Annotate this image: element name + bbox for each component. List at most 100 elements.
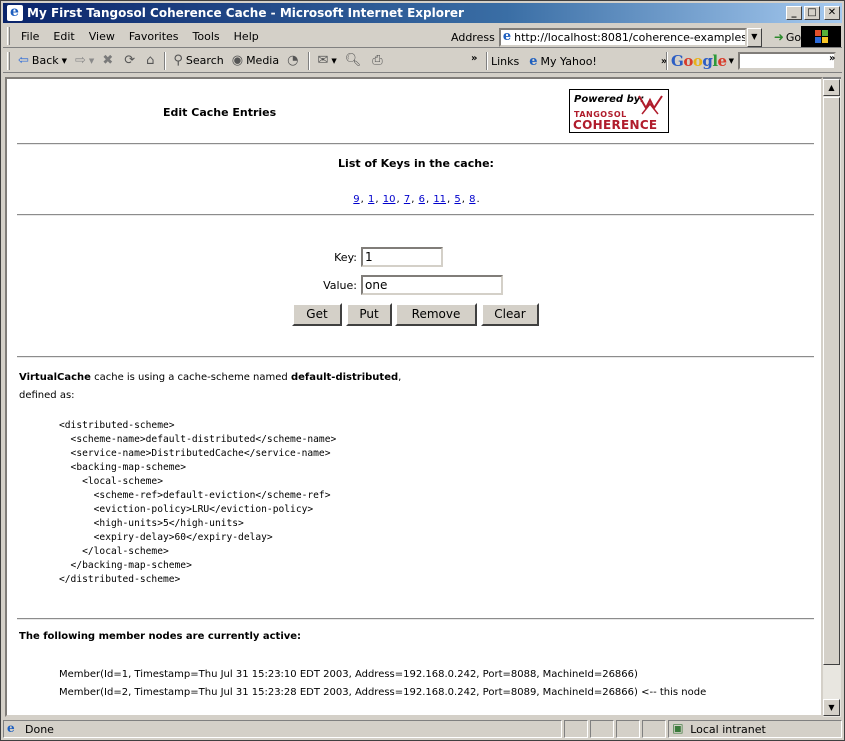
address-label: Address <box>451 30 495 44</box>
value-label: Value: <box>323 278 357 292</box>
zone-text: Local intranet <box>690 722 766 736</box>
toolbar-separator <box>308 51 311 70</box>
google-overflow-icon[interactable]: » <box>829 53 835 64</box>
scroll-down-button[interactable]: ▼ <box>823 699 840 716</box>
media-label: Media <box>246 54 280 67</box>
back-label: Back <box>31 54 59 67</box>
clear-button[interactable]: Clear <box>481 303 539 326</box>
print-button[interactable]: ⎙ <box>368 51 389 71</box>
google-logo[interactable]: Google <box>671 52 727 70</box>
put-button[interactable]: Put <box>346 303 392 326</box>
key-link[interactable]: 6 <box>419 194 425 205</box>
menu-view[interactable]: View <box>82 28 122 45</box>
key-link[interactable]: 9 <box>353 194 359 205</box>
home-button[interactable]: ⌂ <box>142 51 161 71</box>
status-pane-empty <box>590 720 615 738</box>
intranet-icon: ▣ <box>672 721 684 735</box>
members-heading: The following member nodes are currently… <box>19 631 302 642</box>
forward-button[interactable]: ⇨ ▼ <box>71 51 98 71</box>
go-label: Go <box>785 30 802 44</box>
address-dropdown-button[interactable]: ▼ <box>746 27 762 47</box>
mail-dropdown-icon: ▼ <box>331 56 337 65</box>
stop-button[interactable]: ✖ <box>98 51 120 71</box>
divider <box>17 143 814 145</box>
mail-button[interactable]: ✉ ▼ <box>313 51 340 71</box>
key-link[interactable]: 5 <box>454 194 460 205</box>
defined-as-label: defined as: <box>19 390 75 401</box>
value-input[interactable]: one <box>361 275 503 295</box>
home-icon: ⌂ <box>146 53 155 68</box>
member-line: Member(Id=2, Timestamp=Thu Jul 31 15:23:… <box>59 687 707 698</box>
menu-favorites[interactable]: Favorites <box>122 28 186 45</box>
page-icon: e <box>529 53 538 69</box>
toolbar-grip[interactable] <box>7 51 10 70</box>
logo-coherence: COHERENCE <box>573 118 658 132</box>
scheme-xml: <distributed-scheme> <scheme-name>defaul… <box>59 420 337 585</box>
go-arrow-icon: ➜ <box>773 30 784 44</box>
key-input[interactable]: 1 <box>361 247 443 267</box>
status-pane: e Done <box>3 720 563 738</box>
key-link[interactable]: 7 <box>404 194 410 205</box>
toolbar-grip[interactable] <box>7 27 10 45</box>
window-title: My First Tangosol Coherence Cache - Micr… <box>27 6 464 20</box>
get-button[interactable]: Get <box>292 303 342 326</box>
vertical-scrollbar[interactable]: ▲ ▼ <box>823 77 841 717</box>
remove-button[interactable]: Remove <box>395 303 477 326</box>
links-label: Links <box>491 54 520 68</box>
keys-heading: List of Keys in the cache: <box>338 157 494 170</box>
key-link[interactable]: 8 <box>469 194 475 205</box>
menu-bar: File Edit View Favorites Tools Help Addr… <box>3 25 842 48</box>
logo-mark-icon <box>638 95 663 115</box>
toolbar-overflow-icon[interactable]: » <box>471 53 477 64</box>
key-link[interactable]: 11 <box>433 194 446 205</box>
menu-edit[interactable]: Edit <box>46 28 81 45</box>
browser-window: My First Tangosol Coherence Cache - Micr… <box>0 0 845 741</box>
close-button[interactable]: ✕ <box>824 6 840 20</box>
minimize-button[interactable]: _ <box>786 6 802 20</box>
menu-tools[interactable]: Tools <box>186 28 227 45</box>
refresh-icon: ⟳ <box>124 53 136 68</box>
key-link[interactable]: 1 <box>368 194 374 205</box>
media-button[interactable]: ◉ Media <box>228 51 283 71</box>
back-dropdown-icon: ▼ <box>61 56 68 65</box>
page-content: Edit Cache Entries Powered by: TANGOSOL … <box>7 79 821 715</box>
title-bar[interactable]: My First Tangosol Coherence Cache - Micr… <box>3 3 842 23</box>
back-arrow-icon: ⇦ <box>18 53 29 68</box>
zone-pane: ▣ Local intranet <box>668 720 842 738</box>
media-icon: ◉ <box>231 53 244 68</box>
cache-name: VirtualCache <box>19 372 91 383</box>
google-search-input[interactable] <box>737 52 836 70</box>
maximize-button[interactable]: □ <box>804 6 820 20</box>
status-bar: e Done ▣ Local intranet <box>3 719 842 739</box>
page-icon: e <box>502 28 512 44</box>
toolbar-separator <box>666 52 668 70</box>
history-button[interactable]: ◔ <box>283 51 305 71</box>
go-button[interactable]: ➜ Go <box>774 30 801 44</box>
scroll-thumb[interactable] <box>823 97 840 665</box>
member-line: Member(Id=1, Timestamp=Thu Jul 31 15:23:… <box>59 669 638 680</box>
refresh-button[interactable]: ⟳ <box>120 51 142 71</box>
address-url: http://localhost:8081/coherence-examples… <box>514 30 747 44</box>
key-row: Key: 1 <box>313 247 443 267</box>
key-link[interactable]: 10 <box>383 194 396 205</box>
back-button[interactable]: ⇦ Back ▼ <box>14 51 71 71</box>
standard-toolbar: ⇦ Back ▼ ⇨ ▼ ✖ ⟳ ⌂ ⚲ Search ◉ Media ◔ ✉ … <box>3 49 842 73</box>
status-pane-empty <box>564 720 589 738</box>
google-toolbar: Google ▼ <box>663 51 836 71</box>
keys-list: 9, 1, 10, 7, 6, 11, 5, 8. <box>353 194 480 205</box>
address-input[interactable]: e http://localhost:8081/coherence-exampl… <box>498 27 747 47</box>
menu-file[interactable]: File <box>14 28 46 45</box>
scheme-name: default-distributed <box>290 372 399 383</box>
google-dropdown-icon[interactable]: ▼ <box>729 57 734 65</box>
print-preview-button[interactable]: 🔍︎ <box>341 51 369 71</box>
my-yahoo-link[interactable]: e My Yahoo! <box>525 51 601 71</box>
menu-help[interactable]: Help <box>227 28 266 45</box>
status-text: Done <box>25 722 54 736</box>
divider <box>17 214 814 216</box>
my-yahoo-label: My Yahoo! <box>540 54 597 68</box>
scroll-up-button[interactable]: ▲ <box>823 79 840 96</box>
search-button[interactable]: ⚲ Search <box>169 51 227 71</box>
scheme-using-text: cache is using a cache-scheme named <box>90 372 291 383</box>
divider <box>17 618 814 620</box>
page-viewport: Edit Cache Entries Powered by: TANGOSOL … <box>5 77 823 717</box>
